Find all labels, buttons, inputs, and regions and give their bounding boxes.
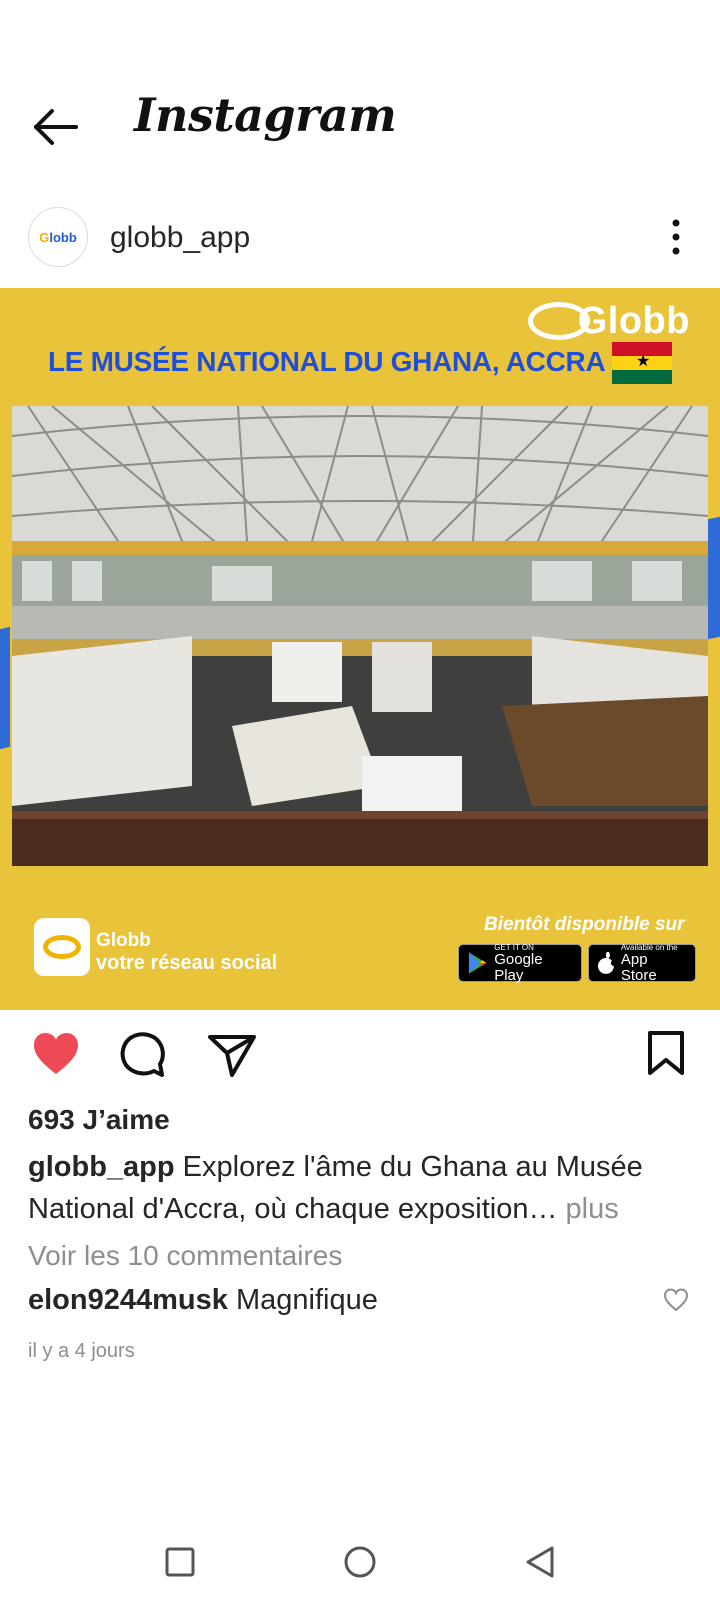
promo-app-name: Globb — [96, 930, 151, 951]
post-actions — [0, 1028, 720, 1084]
system-nav-bar — [0, 1530, 720, 1600]
more-options-button[interactable] — [660, 215, 692, 259]
home-button[interactable] — [338, 1540, 382, 1584]
heart-outline-icon — [663, 1288, 689, 1312]
google-play-label: Google Play — [494, 950, 543, 984]
back-button[interactable] — [30, 104, 82, 150]
decorative-stripe — [708, 516, 720, 640]
heart-filled-icon — [34, 1033, 78, 1074]
post-caption: globb_app Explorez l'âme du Ghana au Mus… — [28, 1146, 698, 1230]
google-play-icon — [468, 952, 487, 974]
app-header: Instagram — [0, 80, 720, 175]
caption-more-link[interactable]: plus — [566, 1193, 619, 1225]
square-icon — [165, 1547, 195, 1577]
decorative-stripe — [0, 626, 10, 750]
share-button[interactable] — [206, 1028, 258, 1080]
post-timestamp: il y a 4 jours — [28, 1340, 135, 1362]
comment-text: Magnifique — [235, 1284, 378, 1316]
available-soon-text: Bientôt disponible sur — [484, 914, 685, 935]
comment-button[interactable] — [116, 1028, 168, 1080]
globb-app-icon — [34, 918, 90, 976]
save-button[interactable] — [640, 1028, 692, 1080]
promo-tagline: votre réseau social — [96, 952, 278, 974]
like-button[interactable] — [30, 1028, 82, 1080]
more-vertical-icon — [672, 219, 680, 255]
back-arrow-icon — [34, 109, 78, 145]
image-title: LE MUSÉE NATIONAL DU GHANA, ACCRA — [48, 346, 606, 377]
avatar-text: lobb — [49, 229, 77, 245]
triangle-back-icon — [526, 1546, 554, 1578]
caption-username[interactable]: globb_app — [28, 1151, 175, 1183]
avatar[interactable]: Globb — [28, 207, 88, 267]
ghana-flag-icon: ★ — [612, 342, 672, 384]
comment-like-button[interactable] — [662, 1286, 690, 1314]
globb-logo: Globb — [577, 300, 690, 342]
instagram-logo: Instagram — [134, 88, 397, 142]
bookmark-icon — [648, 1031, 684, 1075]
app-store-label: App Store — [620, 950, 657, 984]
comment: elon9244musk Magnifique — [28, 1284, 378, 1317]
apple-icon — [597, 952, 615, 974]
comment-username[interactable]: elon9244musk — [28, 1284, 228, 1316]
google-play-badge: GET IT ON Google Play — [458, 943, 582, 984]
recents-button[interactable] — [158, 1540, 202, 1584]
post-header: Globb globb_app — [0, 205, 720, 269]
likes-count[interactable]: 693 J’aime — [28, 1104, 170, 1136]
share-icon — [208, 1035, 256, 1077]
comment-icon — [120, 1032, 165, 1077]
system-back-button[interactable] — [518, 1540, 562, 1584]
circle-icon — [344, 1546, 376, 1578]
view-comments-link[interactable]: Voir les 10 commentaires — [28, 1240, 342, 1272]
app-store-badge: Available on the App Store — [588, 943, 696, 984]
post-image[interactable]: Globb LE MUSÉE NATIONAL DU GHANA, ACCRA … — [0, 288, 720, 1010]
museum-photo — [12, 406, 708, 866]
post-username[interactable]: globb_app — [110, 221, 250, 255]
